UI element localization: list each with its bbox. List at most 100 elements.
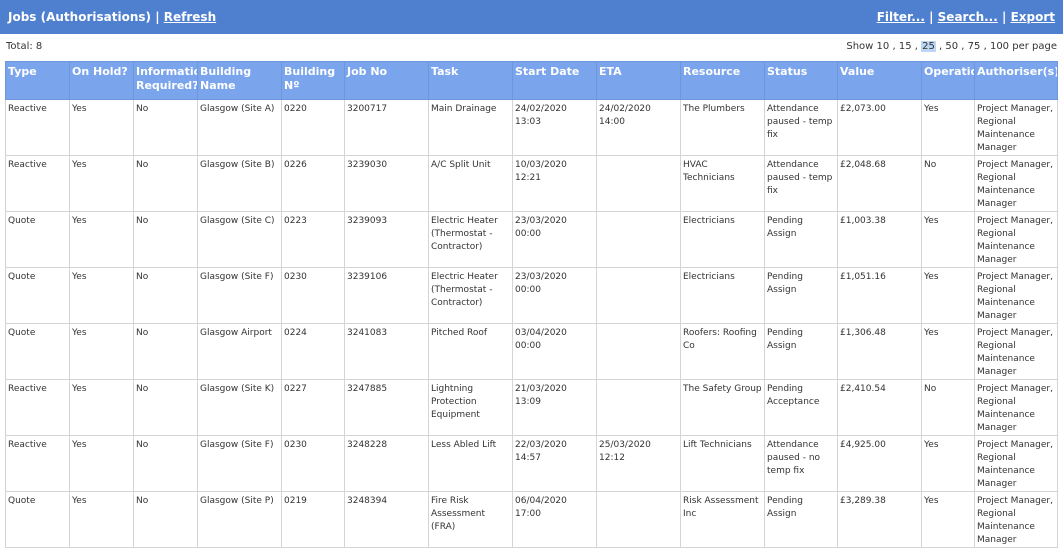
cell-building-name: Glasgow (Site K) — [197, 379, 282, 436]
cell-information-required: No — [133, 155, 198, 212]
cell-operational: No — [921, 379, 975, 436]
cell-authorisers: Project Manager, Regional Maintenance Ma… — [974, 99, 1058, 156]
per-page-label: per page — [1012, 41, 1057, 52]
header-actions: Filter... | Search... | Export — [877, 10, 1055, 24]
refresh-link[interactable]: Refresh — [164, 10, 216, 24]
export-link[interactable]: Export — [1011, 10, 1055, 24]
cell-authorisers: Project Manager, Regional Maintenance Ma… — [974, 379, 1058, 436]
cell-start-date: 03/04/2020 00:00 — [512, 323, 597, 380]
cell-resource: Lift Technicians — [680, 435, 765, 492]
column-header-information-required[interactable]: Information Required? — [133, 61, 198, 100]
cell-type: Reactive — [5, 435, 70, 492]
cell-on-hold: Yes — [69, 491, 134, 548]
cell-value: £1,051.16 — [837, 267, 922, 324]
cell-start-date: 06/04/2020 17:00 — [512, 491, 597, 548]
cell-value: £1,306.48 — [837, 323, 922, 380]
cell-task: Electric Heater (Thermostat - Contractor… — [428, 211, 513, 268]
cell-building-name: Glasgow (Site C) — [197, 211, 282, 268]
cell-job-no: 3247885 — [344, 379, 429, 436]
cell-job-no: 3239106 — [344, 267, 429, 324]
cell-value: £1,003.38 — [837, 211, 922, 268]
page-size-option[interactable]: 10 — [877, 41, 890, 52]
cell-status: Attendance paused - temp fix — [764, 99, 838, 156]
page-size-option[interactable]: 100 — [990, 41, 1009, 52]
cell-job-no: 3200717 — [344, 99, 429, 156]
column-header-task[interactable]: Task — [428, 61, 513, 100]
cell-start-date: 24/02/2020 13:03 — [512, 99, 597, 156]
cell-resource: Risk Assessment Inc — [680, 491, 765, 548]
cell-value: £2,048.68 — [837, 155, 922, 212]
cell-building-no: 0227 — [281, 379, 345, 436]
column-header-authorisers[interactable]: Authoriser(s) — [974, 61, 1058, 100]
cell-building-name: Glasgow (Site F) — [197, 435, 282, 492]
cell-job-no: 3239093 — [344, 211, 429, 268]
column-header-status[interactable]: Status — [764, 61, 838, 100]
cell-building-no: 0230 — [281, 435, 345, 492]
column-header-start-date[interactable]: Start Date — [512, 61, 597, 100]
cell-task: Main Drainage — [428, 99, 513, 156]
cell-value: £2,073.00 — [837, 99, 922, 156]
column-header-building-no[interactable]: Building Nº — [281, 61, 345, 100]
cell-resource: Electricians — [680, 267, 765, 324]
column-header-job-no[interactable]: Job No — [344, 61, 429, 100]
cell-eta — [596, 491, 681, 548]
cell-task: Electric Heater (Thermostat - Contractor… — [428, 267, 513, 324]
cell-job-no: 3241083 — [344, 323, 429, 380]
table-header-row: TypeOn Hold?Information Required?Buildin… — [5, 61, 1058, 100]
cell-information-required: No — [133, 379, 198, 436]
page-size-option[interactable]: 75 — [968, 41, 981, 52]
summary-bar: Total: 8 Show 10 , 15 , 25 , 50 , 75 , 1… — [0, 34, 1063, 60]
page-size-option[interactable]: 25 — [921, 41, 936, 52]
table-row[interactable]: Quote Yes No Glasgow (Site C) 0223 3239093 Ele… — [5, 211, 1058, 268]
table-row[interactable]: Quote Yes No Glasgow (Site P) 0219 3248394 Fir… — [5, 491, 1058, 548]
cell-status: Pending Assign — [764, 267, 838, 324]
column-header-resource[interactable]: Resource — [680, 61, 765, 100]
cell-task: Less Abled Lift — [428, 435, 513, 492]
cell-type: Reactive — [5, 379, 70, 436]
cell-building-no: 0230 — [281, 267, 345, 324]
jobs-table: TypeOn Hold?Information Required?Buildin… — [5, 61, 1058, 548]
table-row[interactable]: Reactive Yes No Glasgow (Site F) 0230 3248228… — [5, 435, 1058, 492]
cell-start-date: 23/03/2020 00:00 — [512, 267, 597, 324]
cell-information-required: No — [133, 491, 198, 548]
table-row[interactable]: Reactive Yes No Glasgow (Site A) 0220 3200717… — [5, 99, 1058, 156]
cell-job-no: 3248228 — [344, 435, 429, 492]
cell-authorisers: Project Manager, Regional Maintenance Ma… — [974, 323, 1058, 380]
cell-start-date: 23/03/2020 00:00 — [512, 211, 597, 268]
cell-type: Quote — [5, 267, 70, 324]
search-link[interactable]: Search... — [938, 10, 998, 24]
cell-building-no: 0224 — [281, 323, 345, 380]
cell-information-required: No — [133, 211, 198, 268]
cell-building-name: Glasgow (Site B) — [197, 155, 282, 212]
cell-resource: Electricians — [680, 211, 765, 268]
total-count: Total: 8 — [6, 41, 43, 52]
page-size-option[interactable]: 50 — [945, 41, 958, 52]
cell-building-name: Glasgow (Site P) — [197, 491, 282, 548]
cell-eta: 25/03/2020 12:12 — [596, 435, 681, 492]
header-left: Jobs (Authorisations) | Refresh — [8, 10, 216, 24]
table-row[interactable]: Reactive Yes No Glasgow (Site B) 0226 3239030… — [5, 155, 1058, 212]
column-header-operational[interactable]: Operational — [921, 61, 975, 100]
cell-status: Pending Assign — [764, 491, 838, 548]
cell-task: Lightning Protection Equipment — [428, 379, 513, 436]
cell-status: Pending Assign — [764, 323, 838, 380]
page-size-option[interactable]: 15 — [899, 41, 912, 52]
cell-building-no: 0219 — [281, 491, 345, 548]
column-header-type[interactable]: Type — [5, 61, 70, 100]
column-header-building-name[interactable]: Building Name — [197, 61, 282, 100]
cell-on-hold: Yes — [69, 435, 134, 492]
column-header-value[interactable]: Value — [837, 61, 922, 100]
cell-operational: Yes — [921, 491, 975, 548]
table-row[interactable]: Reactive Yes No Glasgow (Site K) 0227 3247885… — [5, 379, 1058, 436]
table-body: Reactive Yes No Glasgow (Site A) 0220 3200717… — [5, 99, 1058, 548]
cell-on-hold: Yes — [69, 155, 134, 212]
cell-authorisers: Project Manager, Regional Maintenance Ma… — [974, 267, 1058, 324]
column-header-eta[interactable]: ETA — [596, 61, 681, 100]
table-row[interactable]: Quote Yes No Glasgow (Site F) 0230 3239106 Ele… — [5, 267, 1058, 324]
cell-resource: The Plumbers — [680, 99, 765, 156]
cell-building-no: 0220 — [281, 99, 345, 156]
table-row[interactable]: Quote Yes No Glasgow Airport 0224 3241083 Pitc… — [5, 323, 1058, 380]
filter-link[interactable]: Filter... — [877, 10, 925, 24]
column-header-on-hold[interactable]: On Hold? — [69, 61, 134, 100]
cell-building-name: Glasgow (Site A) — [197, 99, 282, 156]
